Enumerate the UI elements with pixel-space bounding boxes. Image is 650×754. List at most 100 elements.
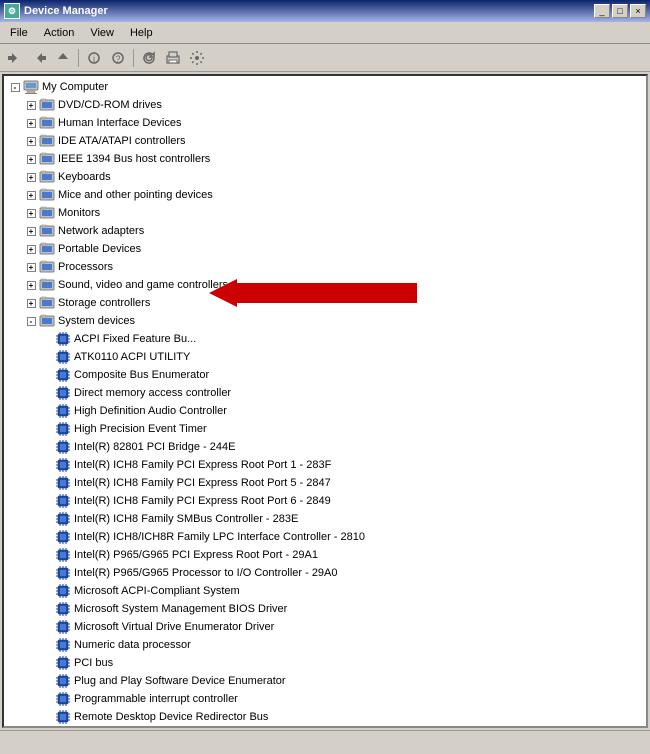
expander-ich8pci6	[40, 494, 54, 508]
icon-mice	[39, 187, 55, 203]
toolbar-back[interactable]	[4, 47, 26, 69]
tree-item-pic[interactable]: Programmable interrupt controller	[4, 690, 646, 708]
tree-item-ide[interactable]: + IDE ATA/ATAPI controllers	[4, 132, 646, 150]
expander-hid[interactable]: +	[24, 116, 38, 130]
menu-action[interactable]: Action	[36, 25, 83, 41]
expander-ich8pci244e	[40, 440, 54, 454]
tree-item-kbd[interactable]: + Keyboards	[4, 168, 646, 186]
device-tree[interactable]: - My Computer + DVD/CD-ROM drives+ Human…	[4, 76, 646, 726]
toolbar-forward[interactable]	[28, 47, 50, 69]
tree-item-msacpi[interactable]: Microsoft ACPI-Compliant System	[4, 582, 646, 600]
expander-sysdev[interactable]: -	[24, 314, 38, 328]
tree-item-atk[interactable]: ATK0110 ACPI UTILITY	[4, 348, 646, 366]
tree-item-p965pci[interactable]: Intel(R) P965/G965 PCI Express Root Port…	[4, 546, 646, 564]
toolbar-up[interactable]	[52, 47, 74, 69]
label-msvde: Microsoft Virtual Drive Enumerator Drive…	[74, 621, 274, 633]
label-hpet: High Precision Event Timer	[74, 423, 207, 435]
expander-storage[interactable]: +	[24, 296, 38, 310]
expander-portable[interactable]: +	[24, 242, 38, 256]
label-sysdev: System devices	[58, 315, 135, 327]
icon-msvde	[55, 619, 71, 635]
tree-item-acpi-fixed[interactable]: ACPI Fixed Feature Bu...	[4, 330, 646, 348]
tree-item-sysdev[interactable]: - System devices	[4, 312, 646, 330]
expander-sound[interactable]: +	[24, 278, 38, 292]
toolbar-help[interactable]: ?	[107, 47, 129, 69]
icon-msacpi	[55, 583, 71, 599]
tree-item-pcibus[interactable]: PCI bus	[4, 654, 646, 672]
window-title: Device Manager	[24, 5, 108, 17]
minimize-button[interactable]: _	[594, 4, 610, 18]
icon-kbd	[39, 169, 55, 185]
expander-hpet	[40, 422, 54, 436]
expander-dvd[interactable]: +	[24, 98, 38, 112]
tree-item-ich8pci1[interactable]: Intel(R) ICH8 Family PCI Express Root Po…	[4, 456, 646, 474]
tree-item-sound[interactable]: + Sound, video and game controllers	[4, 276, 646, 294]
label-acpi-fixed: ACPI Fixed Feature Bu...	[74, 333, 196, 345]
icon-hid	[39, 115, 55, 131]
expander-ieee[interactable]: +	[24, 152, 38, 166]
tree-item-hid[interactable]: + Human Interface Devices	[4, 114, 646, 132]
label-ich8pci5: Intel(R) ICH8 Family PCI Express Root Po…	[74, 477, 331, 489]
tree-item-rdp[interactable]: Remote Desktop Device Redirector Bus	[4, 708, 646, 726]
label-kbd: Keyboards	[58, 171, 111, 183]
label-mssmbios: Microsoft System Management BIOS Driver	[74, 603, 287, 615]
expander-p965pci	[40, 548, 54, 562]
label-smbus: Intel(R) ICH8 Family SMBus Controller - …	[74, 513, 298, 525]
label-proc: Processors	[58, 261, 113, 273]
menu-file[interactable]: File	[2, 25, 36, 41]
label-mon: Monitors	[58, 207, 100, 219]
label-portable: Portable Devices	[58, 243, 141, 255]
tree-item-numeric[interactable]: Numeric data processor	[4, 636, 646, 654]
menu-help[interactable]: Help	[122, 25, 161, 41]
close-button[interactable]: ×	[630, 4, 646, 18]
label-ich8pci6: Intel(R) ICH8 Family PCI Express Root Po…	[74, 495, 331, 507]
expander-mice[interactable]: +	[24, 188, 38, 202]
tree-root[interactable]: - My Computer	[4, 78, 646, 96]
tree-item-ieee[interactable]: + IEEE 1394 Bus host controllers	[4, 150, 646, 168]
expander-kbd[interactable]: +	[24, 170, 38, 184]
label-pnp: Plug and Play Software Device Enumerator	[74, 675, 286, 687]
expander-ide[interactable]: +	[24, 134, 38, 148]
label-ide: IDE ATA/ATAPI controllers	[58, 135, 186, 147]
tree-item-portable[interactable]: + Portable Devices	[4, 240, 646, 258]
root-expander[interactable]: -	[8, 80, 22, 94]
label-hdaudio: High Definition Audio Controller	[74, 405, 227, 417]
tree-item-ich8pci244e[interactable]: Intel(R) 82801 PCI Bridge - 244E	[4, 438, 646, 456]
expander-pcibus	[40, 656, 54, 670]
icon-sysdev	[39, 313, 55, 329]
expander-msvde	[40, 620, 54, 634]
expander-acpi-fixed	[40, 332, 54, 346]
tree-item-hdaudio[interactable]: High Definition Audio Controller	[4, 402, 646, 420]
tree-item-ich8pci6[interactable]: Intel(R) ICH8 Family PCI Express Root Po…	[4, 492, 646, 510]
expander-numeric	[40, 638, 54, 652]
tree-item-dvd[interactable]: + DVD/CD-ROM drives	[4, 96, 646, 114]
tree-item-p965proc[interactable]: Intel(R) P965/G965 Processor to I/O Cont…	[4, 564, 646, 582]
restore-button[interactable]: □	[612, 4, 628, 18]
tree-item-hpet[interactable]: High Precision Event Timer	[4, 420, 646, 438]
menu-view[interactable]: View	[82, 25, 122, 41]
tree-item-storage[interactable]: + Storage controllers	[4, 294, 646, 312]
tree-item-ich8pci5[interactable]: Intel(R) ICH8 Family PCI Express Root Po…	[4, 474, 646, 492]
toolbar-properties[interactable]: i	[83, 47, 105, 69]
toolbar-refresh[interactable]	[138, 47, 160, 69]
tree-item-pnp[interactable]: Plug and Play Software Device Enumerator	[4, 672, 646, 690]
app-icon: ⚙	[4, 3, 20, 19]
title-bar-buttons: _ □ ×	[594, 4, 646, 18]
toolbar-settings[interactable]	[186, 47, 208, 69]
label-ich8pci244e: Intel(R) 82801 PCI Bridge - 244E	[74, 441, 235, 453]
expander-mon[interactable]: +	[24, 206, 38, 220]
expander-net[interactable]: +	[24, 224, 38, 238]
tree-item-net[interactable]: + Network adapters	[4, 222, 646, 240]
icon-proc	[39, 259, 55, 275]
tree-item-proc[interactable]: + Processors	[4, 258, 646, 276]
expander-proc[interactable]: +	[24, 260, 38, 274]
tree-item-dma[interactable]: Direct memory access controller	[4, 384, 646, 402]
tree-item-mice[interactable]: + Mice and other pointing devices	[4, 186, 646, 204]
tree-item-composite[interactable]: Composite Bus Enumerator	[4, 366, 646, 384]
tree-item-lpc[interactable]: Intel(R) ICH8/ICH8R Family LPC Interface…	[4, 528, 646, 546]
tree-item-msvde[interactable]: Microsoft Virtual Drive Enumerator Drive…	[4, 618, 646, 636]
tree-item-mon[interactable]: + Monitors	[4, 204, 646, 222]
toolbar-print[interactable]	[162, 47, 184, 69]
tree-item-mssmbios[interactable]: Microsoft System Management BIOS Driver	[4, 600, 646, 618]
tree-item-smbus[interactable]: Intel(R) ICH8 Family SMBus Controller - …	[4, 510, 646, 528]
